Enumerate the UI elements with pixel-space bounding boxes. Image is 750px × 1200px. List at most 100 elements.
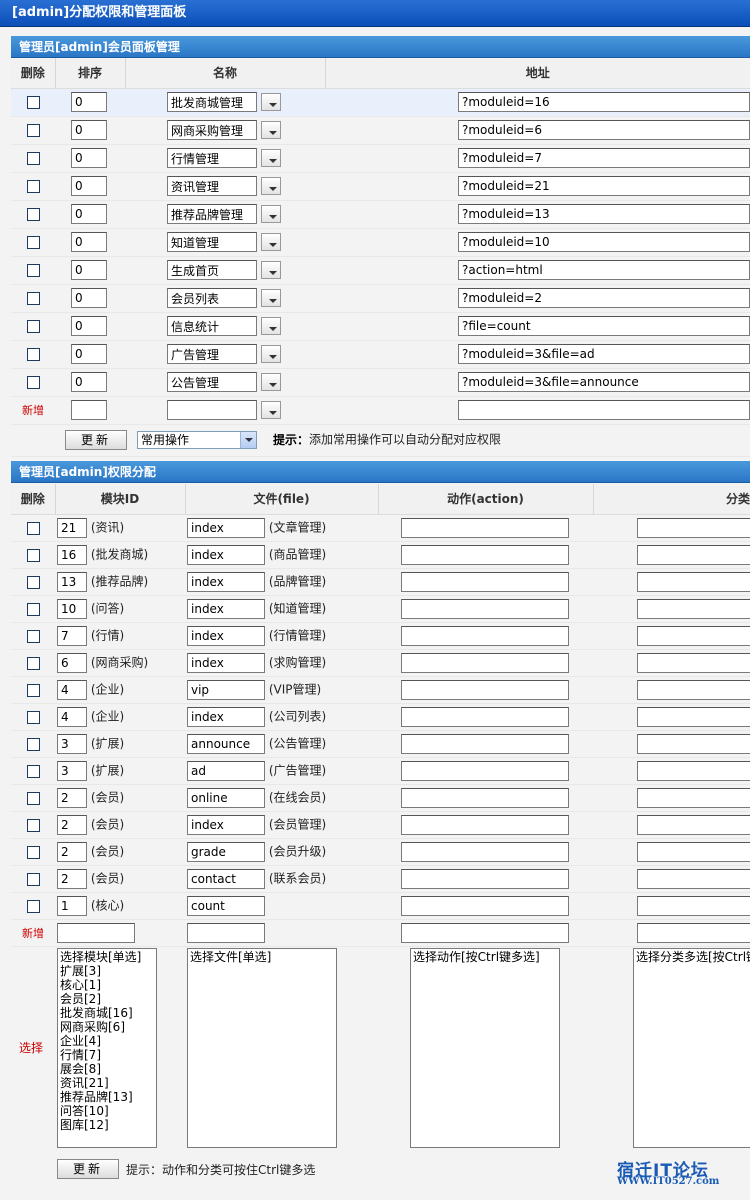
- category-input[interactable]: [637, 625, 750, 646]
- style-picker-icon[interactable]: [261, 121, 281, 139]
- perm-delete-checkbox[interactable]: [26, 521, 40, 535]
- file-input[interactable]: [187, 868, 265, 889]
- category-input[interactable]: [637, 652, 750, 673]
- order-input[interactable]: [71, 344, 107, 364]
- module-id-input[interactable]: [57, 598, 87, 619]
- listbox-option[interactable]: 问答[10]: [60, 1104, 154, 1118]
- file-input[interactable]: [187, 544, 265, 565]
- module-id-input[interactable]: [57, 652, 87, 673]
- listbox-option[interactable]: 推荐品牌[13]: [60, 1090, 154, 1104]
- name-input[interactable]: [167, 92, 257, 112]
- style-picker-icon[interactable]: [261, 289, 281, 307]
- delete-checkbox[interactable]: [26, 124, 40, 137]
- order-input[interactable]: [71, 288, 107, 308]
- name-input[interactable]: [167, 232, 257, 252]
- style-picker-icon[interactable]: [261, 345, 281, 363]
- file-input[interactable]: [187, 760, 265, 781]
- order-input[interactable]: [71, 204, 107, 224]
- order-input[interactable]: [71, 120, 107, 140]
- category-input[interactable]: [637, 598, 750, 619]
- perm-delete-checkbox[interactable]: [26, 602, 40, 616]
- listbox-option[interactable]: 网商采购[6]: [60, 1020, 154, 1034]
- file-input[interactable]: [187, 787, 265, 808]
- category-input[interactable]: [637, 733, 750, 754]
- perm-delete-checkbox[interactable]: [26, 575, 40, 589]
- name-input[interactable]: [167, 288, 257, 308]
- action-input[interactable]: [401, 733, 569, 754]
- name-input[interactable]: [167, 372, 257, 392]
- order-input[interactable]: [71, 92, 107, 112]
- action-input[interactable]: [401, 598, 569, 619]
- category-input[interactable]: [637, 517, 750, 538]
- style-picker-icon[interactable]: [261, 233, 281, 251]
- file-input[interactable]: [187, 679, 265, 700]
- file-input[interactable]: [187, 625, 265, 646]
- delete-checkbox[interactable]: [26, 348, 40, 361]
- action-input[interactable]: [401, 814, 569, 835]
- name-input[interactable]: [167, 260, 257, 280]
- file-input[interactable]: [187, 841, 265, 862]
- module-id-input[interactable]: [57, 733, 87, 754]
- address-input[interactable]: [458, 176, 750, 196]
- order-input[interactable]: [71, 148, 107, 168]
- category-input[interactable]: [637, 706, 750, 727]
- perm-delete-checkbox[interactable]: [26, 683, 40, 697]
- file-input[interactable]: [187, 814, 265, 835]
- category-input[interactable]: [637, 814, 750, 835]
- perm-delete-checkbox[interactable]: [26, 656, 40, 670]
- action-input[interactable]: [401, 544, 569, 565]
- module-id-input[interactable]: [57, 814, 87, 835]
- name-input[interactable]: [167, 120, 257, 140]
- listbox-option[interactable]: 会员[2]: [60, 992, 154, 1006]
- category-input[interactable]: [637, 841, 750, 862]
- new-file-input[interactable]: [187, 922, 265, 943]
- perm-delete-checkbox[interactable]: [26, 872, 40, 886]
- category-input[interactable]: [637, 760, 750, 781]
- perm-delete-checkbox[interactable]: [26, 899, 40, 913]
- listbox-option[interactable]: 行情[7]: [60, 1048, 154, 1062]
- order-input[interactable]: [71, 260, 107, 280]
- action-input[interactable]: [401, 517, 569, 538]
- action-input[interactable]: [401, 895, 569, 916]
- delete-checkbox[interactable]: [26, 152, 40, 165]
- file-input[interactable]: [187, 571, 265, 592]
- category-input[interactable]: [637, 868, 750, 889]
- action-input[interactable]: [401, 679, 569, 700]
- perm-delete-checkbox[interactable]: [26, 737, 40, 751]
- listbox-option[interactable]: 资讯[21]: [60, 1076, 154, 1090]
- listbox-option[interactable]: 展会[8]: [60, 1062, 154, 1076]
- order-input[interactable]: [71, 372, 107, 392]
- style-picker-icon[interactable]: [261, 93, 281, 111]
- new-category-input[interactable]: [637, 922, 750, 943]
- perm-delete-checkbox[interactable]: [26, 764, 40, 778]
- name-input[interactable]: [167, 316, 257, 336]
- module-listbox[interactable]: 选择模块[单选] 扩展[3] 核心[1] 会员[2] 批发商城[16] 网商采购[6] 企业…: [57, 948, 157, 1148]
- file-input[interactable]: [187, 733, 265, 754]
- panel-update-button[interactable]: 更新: [65, 430, 127, 450]
- common-ops-select[interactable]: 常用操作: [137, 431, 257, 449]
- category-listbox[interactable]: 选择分类多选[按Ctrl键: [633, 948, 750, 1148]
- perm-delete-checkbox[interactable]: [26, 548, 40, 562]
- style-picker-icon[interactable]: [261, 177, 281, 195]
- action-input[interactable]: [401, 652, 569, 673]
- delete-checkbox[interactable]: [26, 208, 40, 221]
- address-input[interactable]: [458, 372, 750, 392]
- name-input[interactable]: [167, 148, 257, 168]
- new-style-picker-icon[interactable]: [261, 401, 281, 419]
- category-input[interactable]: [637, 787, 750, 808]
- address-input[interactable]: [458, 232, 750, 252]
- new-order-input[interactable]: [71, 400, 107, 420]
- delete-checkbox[interactable]: [26, 264, 40, 277]
- perm-delete-checkbox[interactable]: [26, 791, 40, 805]
- file-input[interactable]: [187, 706, 265, 727]
- action-input[interactable]: [401, 787, 569, 808]
- new-action-input[interactable]: [401, 922, 569, 943]
- module-id-input[interactable]: [57, 679, 87, 700]
- listbox-option[interactable]: 扩展[3]: [60, 964, 154, 978]
- module-id-input[interactable]: [57, 895, 87, 916]
- order-input[interactable]: [71, 316, 107, 336]
- address-input[interactable]: [458, 288, 750, 308]
- category-input[interactable]: [637, 679, 750, 700]
- perm-delete-checkbox[interactable]: [26, 629, 40, 643]
- listbox-option[interactable]: 选择动作[按Ctrl键多选]: [413, 950, 557, 964]
